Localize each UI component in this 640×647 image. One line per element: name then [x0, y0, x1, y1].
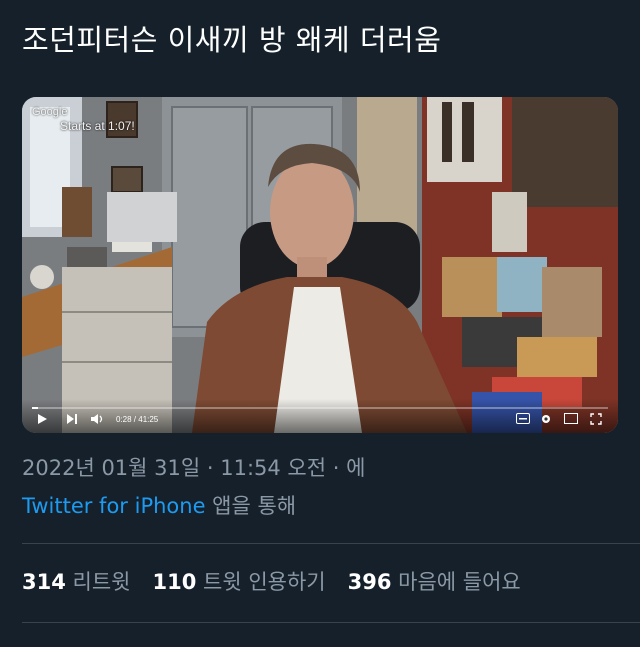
- tweet-date[interactable]: 2022년 01월 31일: [22, 456, 200, 480]
- video-player[interactable]: Google Starts at 1:07! 0:28 / 41:25: [22, 97, 618, 433]
- likes-stat[interactable]: 396 마음에 들어요: [348, 570, 521, 594]
- source-suffix: 앱을 통해: [205, 494, 297, 518]
- retweets-label: 리트윗: [65, 570, 131, 594]
- meta-separator-via: · 에: [326, 456, 366, 480]
- quotes-stat[interactable]: 110 트윗 인용하기: [152, 570, 325, 594]
- miniplayer-icon[interactable]: [564, 413, 578, 424]
- fullscreen-icon[interactable]: [590, 413, 602, 425]
- tweet-text: 조던피터슨 이새끼 방 왜케 더러움: [22, 23, 442, 57]
- tweet-stats: 314 리트윗 110 트윗 인용하기 396 마음에 들어요: [22, 566, 543, 598]
- tweet-source: Twitter for iPhone 앱을 통해: [22, 490, 296, 522]
- next-icon[interactable]: [66, 413, 78, 425]
- settings-gear-icon[interactable]: [540, 413, 552, 425]
- volume-icon[interactable]: [90, 413, 104, 425]
- quotes-count: 110: [152, 570, 197, 594]
- divider-top: [22, 543, 640, 544]
- progress-fill: [32, 407, 39, 409]
- play-icon[interactable]: [36, 413, 48, 425]
- likes-count: 396: [347, 570, 392, 594]
- progress-bar[interactable]: [32, 407, 608, 409]
- watermark-brand: Google: [32, 106, 68, 118]
- video-controls: 0:28 / 41:25: [22, 399, 618, 433]
- video-watermark: Google Starts at 1:07!: [32, 105, 135, 133]
- subtitles-icon[interactable]: [516, 413, 530, 424]
- quotes-label: 트윗 인용하기: [196, 570, 326, 594]
- likes-label: 마음에 들어요: [391, 570, 521, 594]
- video-frame: [22, 97, 618, 433]
- tweet-time[interactable]: 11:54 오전: [220, 456, 326, 480]
- tweet-timestamp: 2022년 01월 31일 · 11:54 오전 · 에: [22, 452, 365, 484]
- retweets-stat[interactable]: 314 리트윗: [22, 570, 130, 594]
- divider-bottom: [22, 622, 640, 623]
- source-app-link[interactable]: Twitter for iPhone: [22, 494, 206, 518]
- meta-separator: ·: [200, 456, 221, 480]
- video-time: 0:28 / 41:25: [116, 415, 159, 424]
- retweets-count: 314: [22, 570, 66, 594]
- watermark-starts-text: Starts at 1:07!: [60, 119, 135, 133]
